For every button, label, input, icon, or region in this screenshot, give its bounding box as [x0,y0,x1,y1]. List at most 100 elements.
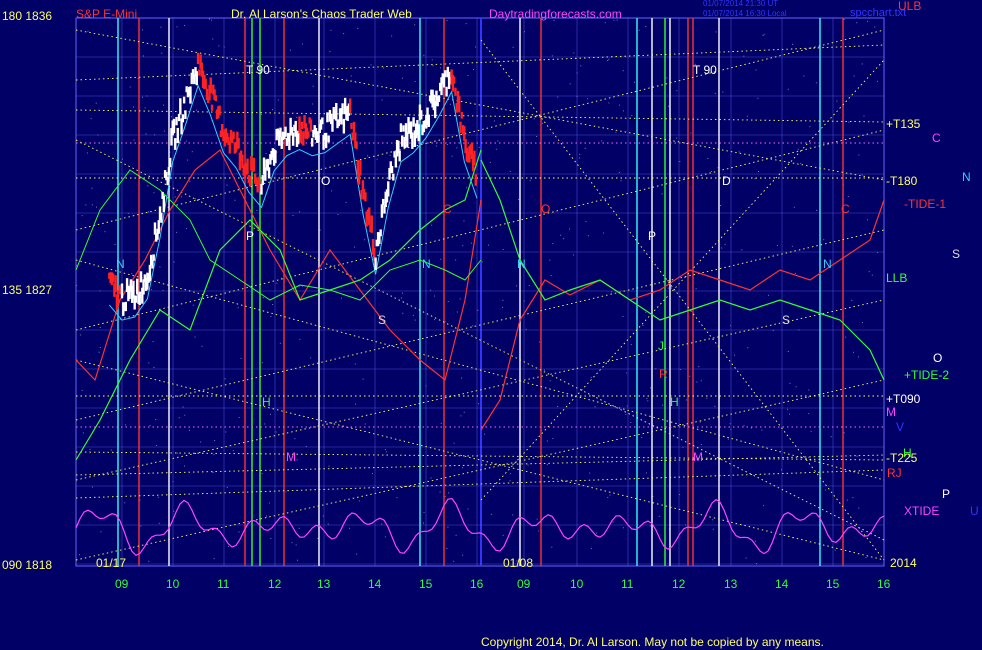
background-dot [710,170,712,172]
background-dot [191,151,193,153]
background-dot [385,451,387,453]
background-dot [787,88,789,90]
x-tick-label: 14 [368,577,382,591]
background-dot [114,243,116,245]
background-dot [444,496,446,498]
background-dot [238,531,240,533]
background-dot [642,324,644,326]
astro-letter-label: S [782,313,791,327]
background-dot [451,155,453,157]
background-dot [848,121,850,123]
background-dot [658,515,660,517]
background-dot [182,406,184,408]
background-dot [91,187,93,189]
background-dot [618,104,620,106]
background-dot [494,120,496,122]
background-dot [265,152,267,154]
t90-label-left: T 90 [246,63,270,77]
background-dot [569,83,571,85]
right-series-label: +T135 [886,117,921,131]
background-dot [86,152,88,154]
background-dot [789,413,791,415]
background-dot [552,243,554,245]
x-tick-label: 11 [621,577,634,591]
background-dot [155,418,157,420]
background-dot [226,184,228,186]
background-dot [396,497,398,499]
background-dot [270,537,272,539]
background-dot [518,199,520,201]
background-dot [150,289,152,291]
background-dot [580,65,582,67]
background-dot [319,229,321,231]
background-dot [99,347,101,349]
background-dot [177,452,179,454]
background-dot [440,258,442,260]
background-dot [389,154,391,156]
background-dot [296,459,298,461]
background-dot [240,357,242,359]
background-dot [603,232,605,234]
background-dot [391,35,393,37]
background-dot [348,527,350,529]
background-dot [173,510,175,512]
background-dot [279,342,281,344]
background-dot [851,299,853,301]
background-dot [360,209,362,211]
background-dot [633,81,635,83]
background-dot [552,437,554,439]
background-dot [362,378,364,380]
background-dot [310,357,312,359]
background-dot [289,49,291,51]
background-dot [768,294,770,296]
background-dot [861,322,863,324]
background-dot [367,155,369,157]
background-dot [354,246,356,248]
background-dot [715,31,717,33]
background-dot [618,171,620,173]
right-series-label: U [970,504,979,518]
background-dot [714,405,716,407]
background-dot [776,244,778,246]
background-dot [706,397,708,399]
chart-title: Dr. Al Larson's Chaos Trader Web [231,7,412,21]
background-dot [337,213,339,215]
background-dot [874,26,876,28]
background-dot [455,534,457,536]
background-dot [793,206,795,208]
astro-letter-label: N [517,257,526,271]
background-dot [340,297,342,299]
background-dot [662,404,664,406]
site-link[interactable]: Daytradingforecasts.com [489,8,622,20]
background-dot [638,29,640,31]
background-dot [630,422,632,424]
right-series-label: LLB [886,271,908,285]
background-dot [133,139,135,141]
session-date-right: 01/08 [503,556,534,570]
background-dot [81,215,83,217]
astro-letter-label: O [541,202,551,216]
instrument-title: S&P E-Mini [76,7,138,21]
background-dot [171,116,173,118]
x-tick-label: 09 [115,577,129,591]
background-dot [312,85,314,87]
timestamp-local: 01/07/2014 16:30 Local [703,9,787,18]
astro-letter-label: N [116,257,125,271]
background-dot [787,351,789,353]
background-dot [587,98,589,100]
background-dot [763,33,765,35]
background-dot [549,259,551,261]
right-series-label: +TIDE-2 [904,368,950,382]
background-dot [98,351,100,353]
background-dot [738,151,740,153]
background-dot [384,449,386,451]
background-dot [573,52,575,54]
background-dot [858,154,860,156]
background-dot [512,46,514,48]
background-dot [173,261,175,263]
background-dot [729,423,731,425]
background-dot [467,75,469,77]
background-dot [439,67,441,69]
x-tick-label: 13 [317,577,331,591]
background-dot [110,449,112,451]
